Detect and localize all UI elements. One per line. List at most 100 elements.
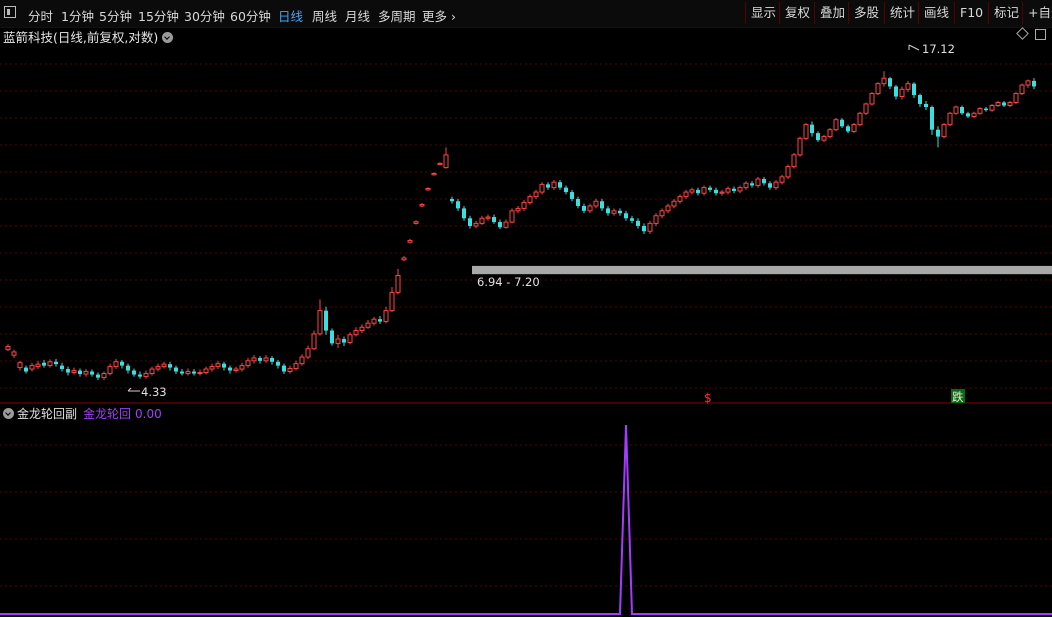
candle (479, 217, 485, 224)
candle (953, 106, 959, 114)
price-range-band (472, 265, 1052, 275)
candle (143, 373, 149, 378)
candle (719, 191, 725, 194)
candle (762, 178, 766, 184)
candle (869, 93, 875, 105)
tab-5min[interactable]: 5分钟 (99, 6, 132, 25)
candle (468, 218, 472, 226)
candle (197, 372, 203, 375)
fall-signal: 跌 (952, 390, 964, 404)
tab-1min[interactable]: 1分钟 (61, 6, 94, 25)
draw-line-button[interactable]: 画线 (918, 2, 954, 24)
tab-weekly[interactable]: 周线 (312, 6, 337, 25)
candle (383, 310, 389, 323)
candle (875, 83, 881, 95)
top-toolbar: 分时 1分钟 5分钟 15分钟 30分钟 60分钟 日线 周线 月线 多周期 更… (0, 0, 1052, 28)
chevron-down-icon[interactable] (3, 408, 14, 419)
stats-button[interactable]: 统计 (884, 2, 920, 24)
candle (515, 207, 521, 212)
layout-icon[interactable] (4, 6, 16, 18)
candle (551, 181, 557, 189)
candle (743, 182, 749, 189)
tab-15min[interactable]: 15分钟 (138, 6, 179, 25)
candle (618, 210, 622, 214)
overlay-button[interactable]: 叠加 (814, 2, 850, 24)
candle (912, 83, 916, 96)
candle (263, 357, 269, 362)
mark-button[interactable]: 标记 (988, 2, 1024, 24)
candle (851, 124, 857, 132)
candle (779, 176, 785, 183)
low-label: 4.33 (141, 385, 167, 399)
indicator-series-name: 金龙轮回 (83, 407, 132, 421)
display-button[interactable]: 显示 (745, 2, 781, 24)
f10-button[interactable]: F10 (954, 2, 988, 24)
candle (797, 137, 803, 156)
candle (71, 370, 77, 374)
tab-daily[interactable]: 日线 (278, 6, 303, 25)
candle (209, 366, 215, 370)
tab-monthly[interactable]: 月线 (345, 6, 370, 25)
candle (335, 338, 341, 344)
candle (960, 107, 964, 114)
candle (17, 362, 23, 369)
candle (299, 356, 305, 365)
candle (192, 371, 196, 374)
candle (222, 363, 226, 368)
tab-more[interactable]: 更多 › (422, 6, 456, 25)
candle (78, 370, 82, 375)
candle (5, 346, 11, 351)
candle (941, 124, 947, 138)
candle (558, 182, 562, 188)
candle (228, 367, 232, 371)
adjust-button[interactable]: 复权 (779, 2, 815, 24)
indicator-name: 金龙轮回副 (17, 407, 78, 421)
candle (816, 133, 820, 141)
candle (947, 112, 953, 126)
candle (126, 365, 130, 371)
candle (918, 95, 922, 104)
candle (833, 119, 839, 131)
tab-fenshi[interactable]: 分时 (28, 6, 53, 25)
chevron-down-icon[interactable] (162, 32, 174, 43)
candle (239, 365, 245, 370)
price-chart: 6.94 - 7.20 17.12 4.33 $ 跌 (0, 42, 1052, 615)
candle (642, 225, 646, 232)
candle (492, 217, 496, 223)
candle (359, 326, 365, 332)
candle (54, 361, 58, 365)
candle (689, 189, 695, 193)
diamond-icon[interactable] (1016, 27, 1029, 40)
candle (750, 183, 754, 186)
candle (161, 363, 167, 368)
candle (527, 196, 533, 203)
tab-30min[interactable]: 30分钟 (184, 6, 225, 25)
candle (924, 103, 928, 108)
add-watchlist-button[interactable]: +自选 (1022, 2, 1052, 24)
candle (378, 319, 382, 322)
candle (431, 173, 437, 176)
candle (989, 105, 995, 111)
candle (827, 129, 833, 138)
candle (498, 222, 502, 228)
candle (270, 357, 274, 362)
candle (342, 339, 346, 343)
high-label: 17.12 (922, 42, 955, 56)
candle (11, 351, 17, 356)
tab-multi-period[interactable]: 多周期 (378, 6, 416, 25)
candle (456, 201, 460, 209)
candle (611, 210, 617, 214)
multi-stock-button[interactable]: 多股 (848, 2, 884, 24)
candle (311, 333, 317, 350)
candle (576, 198, 580, 206)
candle (653, 215, 659, 224)
window-icon[interactable] (1035, 29, 1046, 40)
low-marker: 4.33 (127, 385, 167, 399)
candle (90, 371, 94, 375)
tab-60min[interactable]: 60分钟 (230, 6, 271, 25)
grid-lines (0, 63, 1052, 587)
candle (365, 322, 371, 328)
candle (1025, 80, 1031, 86)
candle (671, 200, 677, 207)
indicator-line (0, 424, 1052, 615)
